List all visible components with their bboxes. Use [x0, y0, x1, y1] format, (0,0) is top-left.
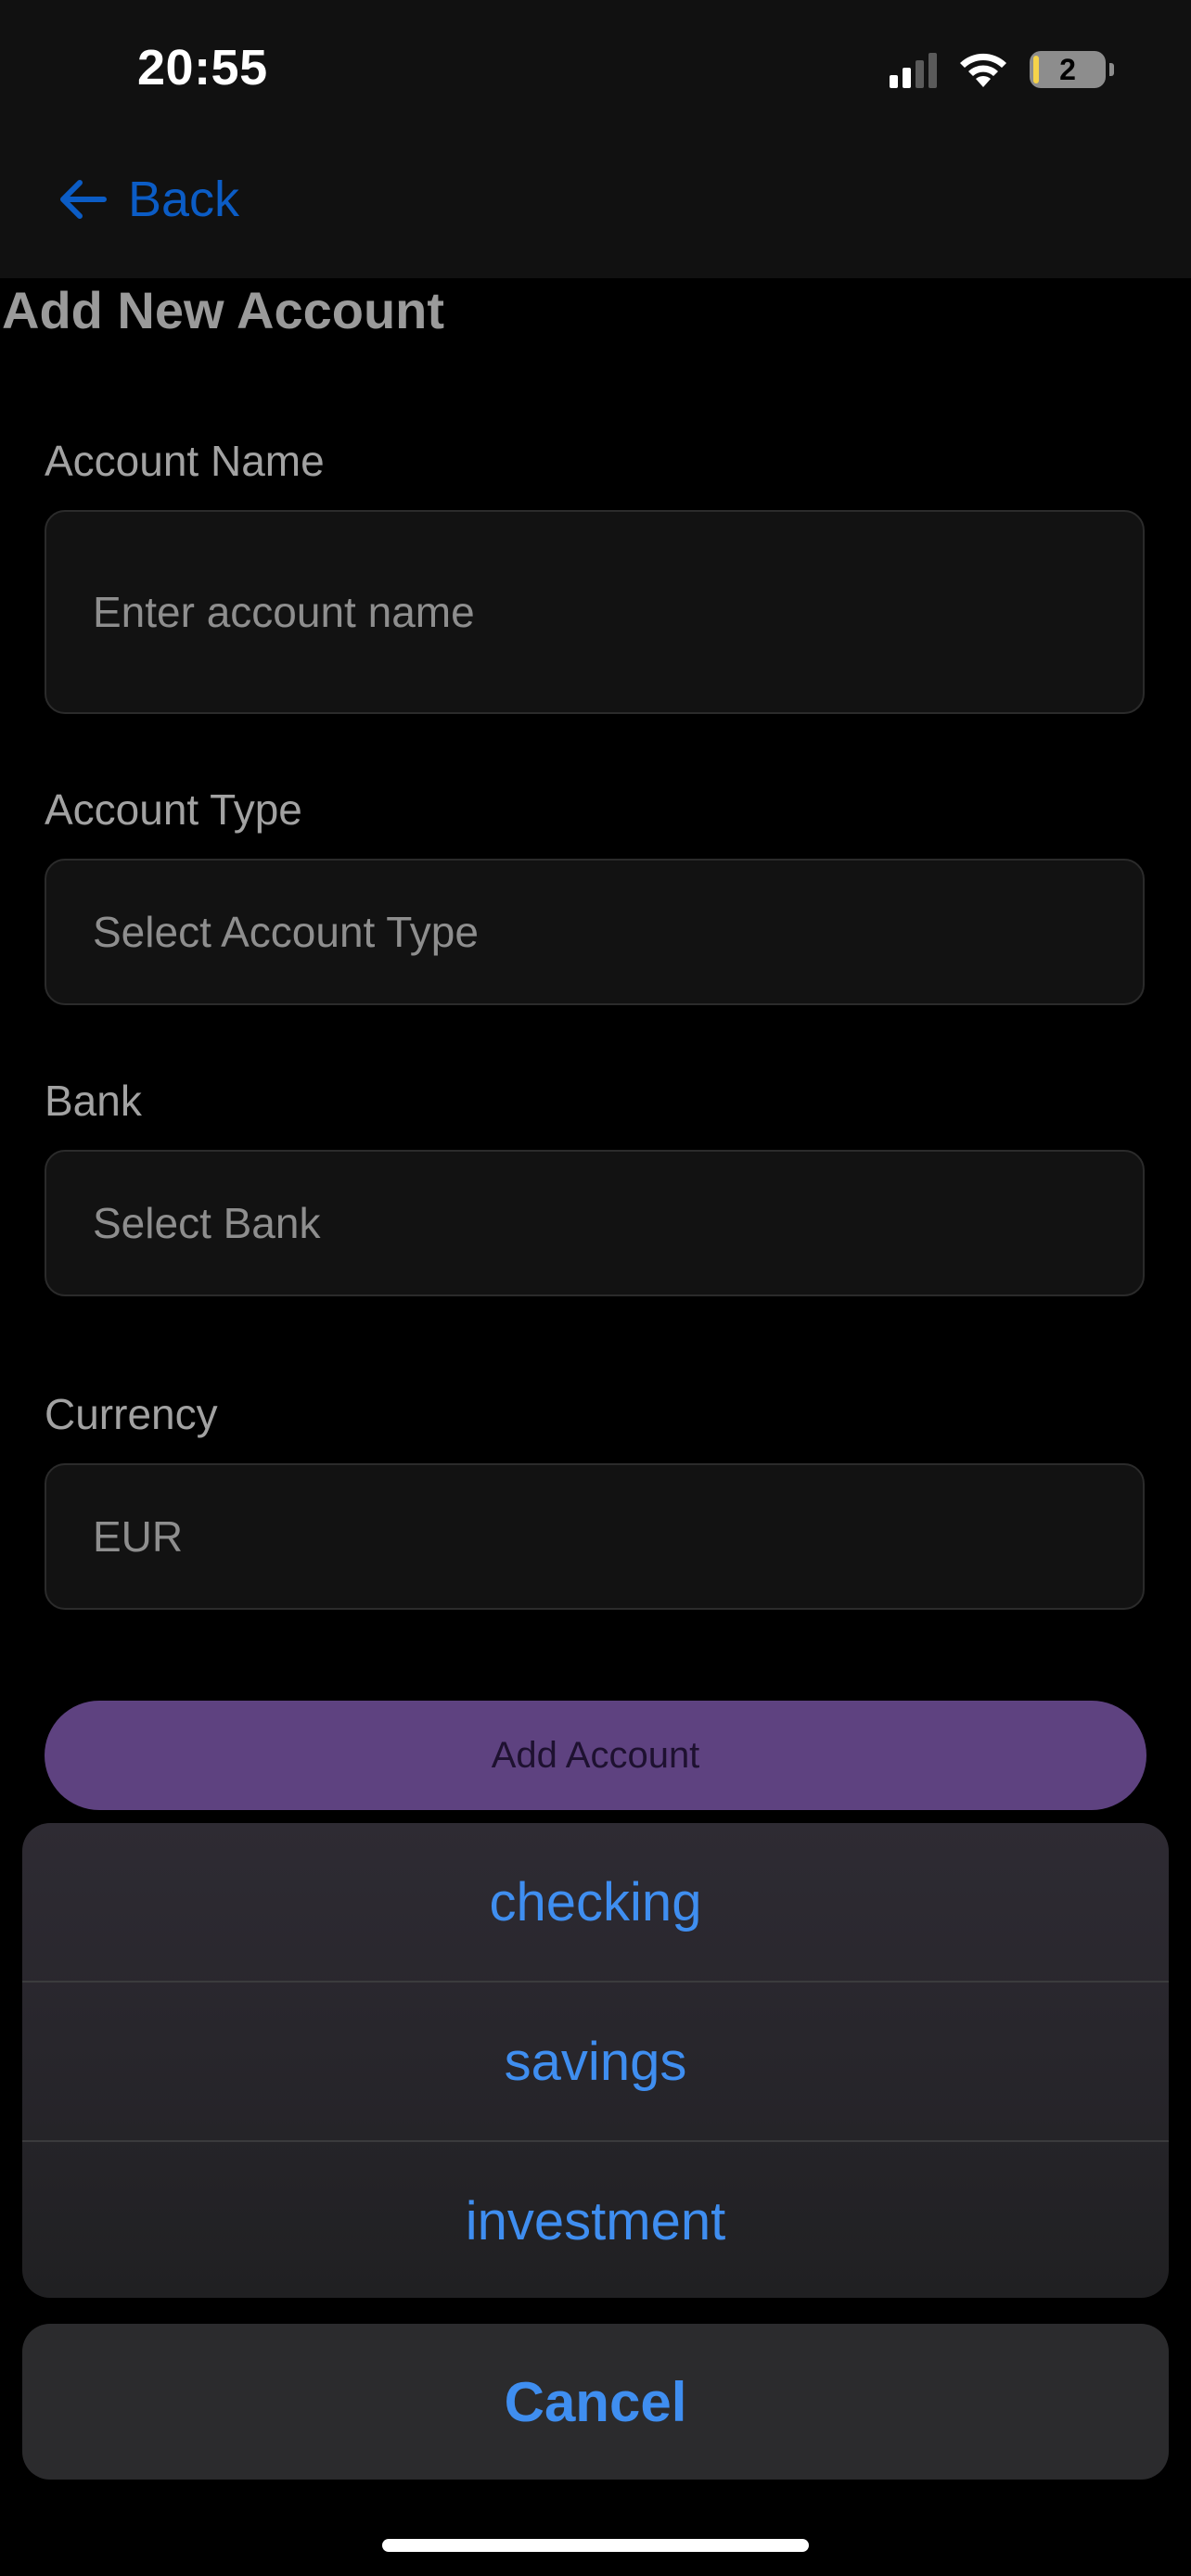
account-name-placeholder: Enter account name	[93, 588, 475, 636]
wifi-icon	[960, 53, 1006, 87]
account-name-label: Account Name	[45, 437, 325, 485]
status-bar: 20:55 2	[0, 0, 1191, 139]
add-account-button[interactable]: Add Account	[45, 1701, 1146, 1810]
bank-value: Select Bank	[93, 1199, 321, 1247]
arrow-left-icon	[60, 180, 107, 219]
option-savings[interactable]: savings	[22, 1983, 1169, 2142]
status-icons: 2	[890, 46, 1114, 93]
currency-input[interactable]: EUR	[45, 1463, 1145, 1610]
bank-select[interactable]: Select Bank	[45, 1150, 1145, 1296]
account-type-value: Select Account Type	[93, 908, 479, 956]
account-type-action-sheet: checking savings investment	[22, 1823, 1169, 2298]
battery-level: 2	[1059, 52, 1076, 86]
cellular-signal-icon	[890, 51, 937, 88]
home-indicator[interactable]	[382, 2539, 809, 2552]
page-title: Add New Account	[2, 281, 445, 339]
bank-label: Bank	[45, 1077, 142, 1125]
account-type-select[interactable]: Select Account Type	[45, 859, 1145, 1005]
currency-value: EUR	[93, 1512, 184, 1561]
back-button[interactable]: Back	[56, 167, 239, 232]
account-name-input[interactable]: Enter account name	[45, 510, 1145, 714]
account-type-label: Account Type	[45, 785, 302, 834]
status-time: 20:55	[137, 40, 268, 96]
option-investment[interactable]: investment	[22, 2142, 1169, 2298]
currency-label: Currency	[45, 1390, 218, 1438]
battery-icon: 2	[1030, 51, 1114, 88]
back-label: Back	[128, 172, 240, 227]
option-checking[interactable]: checking	[22, 1823, 1169, 1983]
cancel-button[interactable]: Cancel	[22, 2324, 1169, 2480]
